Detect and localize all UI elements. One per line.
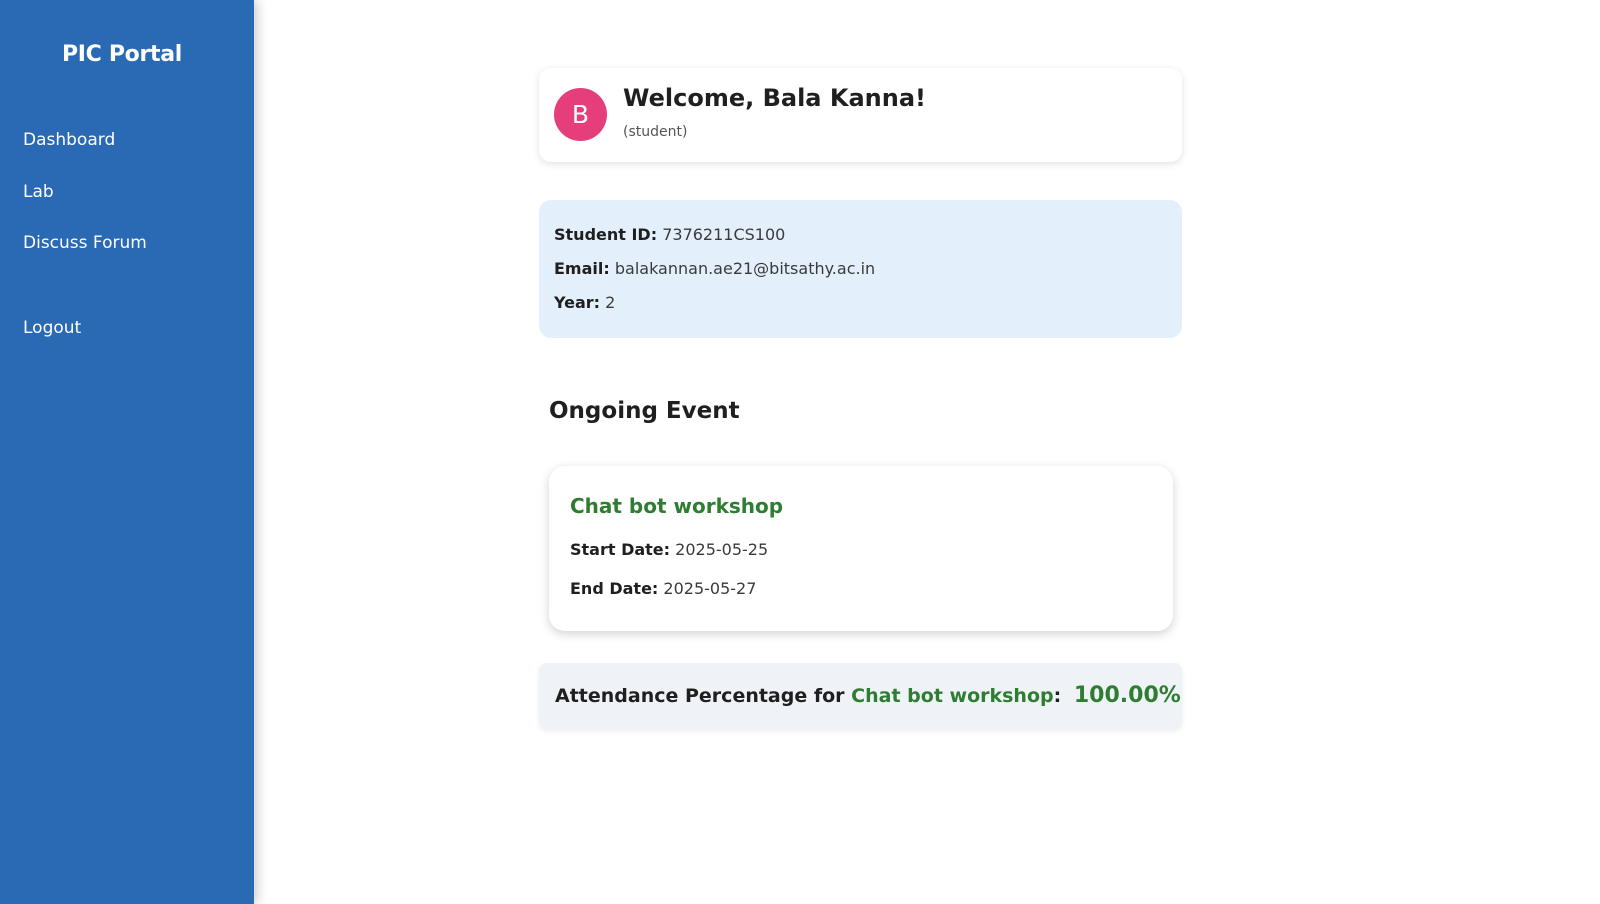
end-date-row: End Date: 2025-05-27 (570, 579, 756, 598)
event-name: Chat bot workshop (570, 494, 784, 518)
student-info-card: Student ID: 7376211CS100 Email: balakann… (539, 200, 1182, 338)
attendance-line: Attendance Percentage for Chat bot works… (555, 683, 1181, 708)
attendance-percentage: 100.00% (1073, 683, 1181, 708)
year-row: Year: 2 (554, 293, 615, 312)
attendance-card: Attendance Percentage for Chat bot works… (539, 663, 1182, 729)
start-date-value: 2025-05-25 (675, 540, 769, 559)
year-value: 2 (605, 293, 616, 312)
start-date-row: Start Date: 2025-05-25 (570, 540, 768, 559)
student-id-value: 7376211CS100 (662, 225, 786, 244)
brand-title: PIC Portal (61, 42, 183, 67)
student-id-row: Student ID: 7376211CS100 (554, 225, 785, 244)
email-value: balakannan.ae21@bitsathy.ac.in (614, 259, 876, 278)
sidebar: PIC Portal Dashboard Lab Discuss Forum L… (0, 0, 254, 904)
app-root: PIC Portal Dashboard Lab Discuss Forum L… (0, 0, 1600, 904)
email-row: Email: balakannan.ae21@bitsathy.ac.in (554, 259, 875, 278)
avatar: B (554, 88, 607, 141)
attendance-event-name: Chat bot workshop (851, 685, 1054, 707)
ongoing-event-heading: Ongoing Event (549, 398, 740, 424)
sidebar-item-dashboard[interactable]: Dashboard (23, 130, 115, 150)
start-date-label: Start Date: (570, 540, 671, 559)
email-label: Email: (554, 259, 610, 278)
attendance-colon: : (1053, 685, 1062, 707)
logout-button[interactable]: Logout (23, 318, 81, 338)
sidebar-item-discuss-forum[interactable]: Discuss Forum (23, 233, 147, 253)
year-label: Year: (554, 293, 601, 312)
welcome-card: B Welcome, Bala Kanna! (student) (539, 68, 1182, 162)
end-date-value: 2025-05-27 (663, 579, 757, 598)
attendance-prefix: Attendance Percentage for (555, 685, 845, 707)
student-id-label: Student ID: (554, 225, 658, 244)
sidebar-item-lab[interactable]: Lab (23, 182, 54, 202)
event-card: Chat bot workshop Start Date: 2025-05-25… (549, 466, 1173, 631)
user-role: (student) (623, 124, 688, 140)
end-date-label: End Date: (570, 579, 659, 598)
welcome-heading: Welcome, Bala Kanna! (623, 84, 926, 112)
